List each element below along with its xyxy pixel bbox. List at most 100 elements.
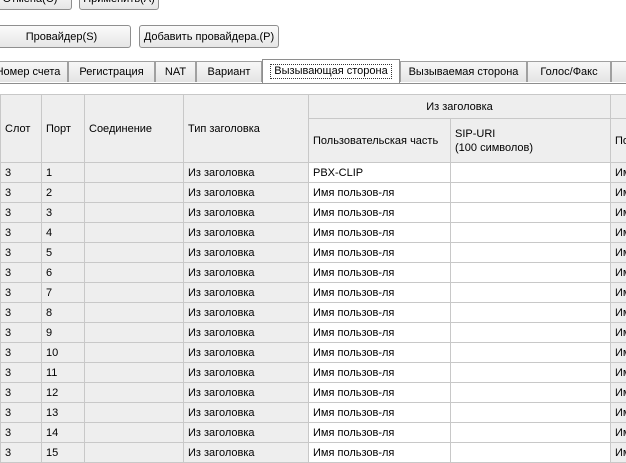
cell-sip-uri[interactable] xyxy=(451,443,611,463)
cell-header-type[interactable]: Из заголовка xyxy=(184,323,309,343)
cell-sip-uri[interactable] xyxy=(451,323,611,343)
cell-last[interactable]: Им xyxy=(611,343,626,363)
cell-header-type[interactable]: Из заголовка xyxy=(184,183,309,203)
cell-slot: 3 xyxy=(1,383,42,403)
cell-port: 11 xyxy=(42,363,85,383)
cell-header-type[interactable]: Из заголовка xyxy=(184,363,309,383)
cell-user-part[interactable]: Имя пользов-ля xyxy=(309,383,451,403)
cell-user-part[interactable]: Имя пользов-ля xyxy=(309,203,451,223)
cell-sip-uri[interactable] xyxy=(451,203,611,223)
provider-button[interactable]: Провайдер(S) xyxy=(0,25,131,48)
tab-account-number[interactable]: Номер счета xyxy=(0,61,68,82)
cell-slot: 3 xyxy=(1,243,42,263)
cell-user-part[interactable]: Имя пользов-ля xyxy=(309,343,451,363)
cell-header-type[interactable]: Из заголовка xyxy=(184,303,309,323)
cell-header-type[interactable]: Из заголовка xyxy=(184,343,309,363)
cell-slot: 3 xyxy=(1,163,42,183)
cell-user-part[interactable]: Имя пользов-ля xyxy=(309,423,451,443)
cell-user-part[interactable]: Имя пользов-ля xyxy=(309,403,451,423)
cell-user-part[interactable]: Имя пользов-ля xyxy=(309,303,451,323)
cell-sip-uri[interactable] xyxy=(451,403,611,423)
cell-user-part[interactable]: Имя пользов-ля xyxy=(309,223,451,243)
cell-user-part[interactable]: Имя пользов-ля xyxy=(309,323,451,343)
col-header-last: Пол xyxy=(611,119,626,163)
cell-sip-uri[interactable] xyxy=(451,163,611,183)
cell-last[interactable]: Им xyxy=(611,443,626,463)
tab-overflow[interactable] xyxy=(611,61,626,82)
cell-port: 4 xyxy=(42,223,85,243)
cell-last[interactable]: Им xyxy=(611,423,626,443)
cell-last[interactable]: Им xyxy=(611,163,626,183)
apply-button[interactable]: Применить(А) xyxy=(79,0,159,10)
cell-header-type[interactable]: Из заголовка xyxy=(184,403,309,423)
cell-sip-uri[interactable] xyxy=(451,263,611,283)
tab-voice-fax[interactable]: Голос/Факс xyxy=(527,61,611,82)
cell-last[interactable]: Им xyxy=(611,403,626,423)
cell-connection xyxy=(85,423,184,443)
cell-port: 13 xyxy=(42,403,85,423)
cell-slot: 3 xyxy=(1,443,42,463)
tab-label: Вариант xyxy=(208,66,251,78)
cell-user-part[interactable]: Имя пользов-ля xyxy=(309,363,451,383)
cell-connection xyxy=(85,263,184,283)
table-row: 315Из заголовкаИмя пользов-ляИм xyxy=(1,443,626,463)
cell-connection xyxy=(85,323,184,343)
tab-called-party[interactable]: Вызываемая сторона xyxy=(400,61,527,82)
cell-sip-uri[interactable] xyxy=(451,303,611,323)
cell-slot: 3 xyxy=(1,343,42,363)
cell-port: 7 xyxy=(42,283,85,303)
cell-header-type[interactable]: Из заголовка xyxy=(184,443,309,463)
col-header-header-type: Тип заголовка xyxy=(184,95,309,163)
cell-last[interactable]: Им xyxy=(611,223,626,243)
cell-user-part[interactable]: Имя пользов-ля xyxy=(309,283,451,303)
cell-sip-uri[interactable] xyxy=(451,223,611,243)
cell-connection xyxy=(85,383,184,403)
cell-slot: 3 xyxy=(1,263,42,283)
table-row: 35 Из заголовкаИмя пользов-ля Им xyxy=(1,243,626,263)
cancel-button[interactable]: Отмена(С) xyxy=(0,0,72,10)
cell-slot: 3 xyxy=(1,363,42,383)
cell-sip-uri[interactable] xyxy=(451,343,611,363)
cell-port: 5 xyxy=(42,243,85,263)
tab-variant[interactable]: Вариант xyxy=(196,61,262,82)
cell-user-part[interactable]: Имя пользов-ля xyxy=(309,243,451,263)
cell-slot: 3 xyxy=(1,423,42,443)
cell-user-part[interactable]: Имя пользов-ля xyxy=(309,263,451,283)
cell-header-type[interactable]: Из заголовка xyxy=(184,423,309,443)
cell-header-type[interactable]: Из заголовка xyxy=(184,223,309,243)
tab-registration[interactable]: Регистрация xyxy=(68,61,155,82)
cell-header-type[interactable]: Из заголовка xyxy=(184,383,309,403)
cell-sip-uri[interactable] xyxy=(451,283,611,303)
cell-user-part[interactable]: Имя пользов-ля xyxy=(309,443,451,463)
cell-last[interactable]: Им xyxy=(611,283,626,303)
table-row: 39Из заголовкаИмя пользов-ляИм xyxy=(1,323,626,343)
cell-last[interactable]: Им xyxy=(611,183,626,203)
cell-last[interactable]: Им xyxy=(611,323,626,343)
tab-calling-party[interactable]: Вызывающая сторона xyxy=(262,59,400,83)
cell-last[interactable]: Им xyxy=(611,303,626,323)
cell-user-part[interactable]: PBX-CLIP xyxy=(309,163,451,183)
cell-header-type[interactable]: Из заголовка xyxy=(184,243,309,263)
sip-uri-title: SIP-URI xyxy=(455,127,606,141)
cell-header-type[interactable]: Из заголовка xyxy=(184,283,309,303)
cell-last[interactable]: Им xyxy=(611,383,626,403)
cell-sip-uri[interactable] xyxy=(451,243,611,263)
cell-header-type[interactable]: Из заголовка xyxy=(184,263,309,283)
cell-header-type[interactable]: Из заголовка xyxy=(184,203,309,223)
cell-sip-uri[interactable] xyxy=(451,423,611,443)
cell-header-type[interactable]: Из заголовка xyxy=(184,163,309,183)
cell-slot: 3 xyxy=(1,223,42,243)
table-row: 33Из заголовкаИмя пользов-ляИм xyxy=(1,203,626,223)
cell-last[interactable]: Им xyxy=(611,363,626,383)
tab-nat[interactable]: NAT xyxy=(155,61,196,82)
table-row: 311 Из заголовкаИмя пользов-ля Им xyxy=(1,363,626,383)
cell-last[interactable]: Им xyxy=(611,203,626,223)
cell-sip-uri[interactable] xyxy=(451,363,611,383)
cell-last[interactable]: Им xyxy=(611,243,626,263)
add-provider-button[interactable]: Добавить провайдера.(P) xyxy=(139,25,279,48)
cell-last[interactable]: Им xyxy=(611,263,626,283)
cell-connection xyxy=(85,183,184,203)
cell-sip-uri[interactable] xyxy=(451,183,611,203)
cell-sip-uri[interactable] xyxy=(451,383,611,403)
cell-user-part[interactable]: Имя пользов-ля xyxy=(309,183,451,203)
